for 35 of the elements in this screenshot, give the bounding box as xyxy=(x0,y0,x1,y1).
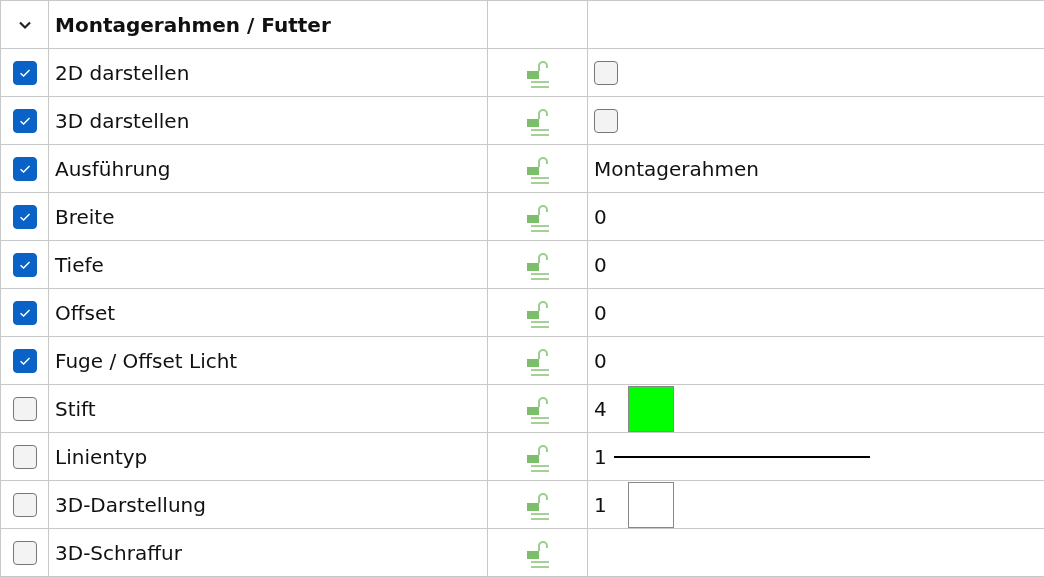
property-label: Fuge / Offset Licht xyxy=(55,348,238,373)
property-label: Tiefe xyxy=(55,252,104,277)
checkbox[interactable] xyxy=(594,60,618,85)
property-value: Montagerahmen xyxy=(594,156,759,181)
checkbox[interactable] xyxy=(12,396,37,421)
property-label: Breite xyxy=(55,204,115,229)
property-label: Ausführung xyxy=(55,156,171,181)
property-label: Linientyp xyxy=(55,444,148,469)
checkbox[interactable] xyxy=(12,300,37,325)
property-value: 1 xyxy=(594,444,608,469)
property-value: 0 xyxy=(594,204,607,229)
checkbox[interactable] xyxy=(12,156,37,181)
checkbox[interactable] xyxy=(12,252,37,277)
checkbox[interactable] xyxy=(12,60,37,85)
property-value: 0 xyxy=(594,348,607,373)
checkbox[interactable] xyxy=(12,444,37,469)
checkbox[interactable] xyxy=(12,540,37,565)
group-title: Montagerahmen / Futter xyxy=(55,12,331,37)
property-value: 4 xyxy=(594,396,608,421)
checkbox[interactable] xyxy=(12,492,37,517)
property-value: 0 xyxy=(594,300,607,325)
property-label: 3D darstellen xyxy=(55,108,190,133)
property-label: 2D darstellen xyxy=(55,60,190,85)
color-swatch[interactable] xyxy=(628,385,674,432)
checkbox[interactable] xyxy=(12,348,37,373)
property-value: 1 xyxy=(594,492,608,517)
property-label: 3D-Schraffur xyxy=(55,540,182,565)
checkbox[interactable] xyxy=(12,204,37,229)
property-label: 3D-Darstellung xyxy=(55,492,206,517)
property-label: Stift xyxy=(55,396,96,421)
property-label: Offset xyxy=(55,300,116,325)
property-value: 0 xyxy=(594,252,607,277)
checkbox[interactable] xyxy=(12,108,37,133)
color-swatch[interactable] xyxy=(628,481,674,528)
checkbox[interactable] xyxy=(594,108,618,133)
